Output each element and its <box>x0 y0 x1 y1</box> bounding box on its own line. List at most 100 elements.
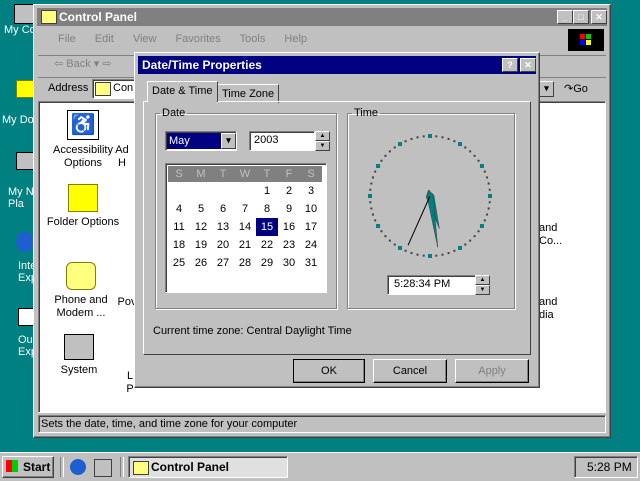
clock-minute-mark <box>453 140 456 143</box>
clock-minute-mark <box>393 146 396 149</box>
dialog-titlebar[interactable]: Date/Time Properties ? ✕ <box>138 56 536 74</box>
clock-minute-mark <box>447 137 450 140</box>
year-up-button[interactable]: ▲ <box>315 131 330 141</box>
dialog-title: Date/Time Properties <box>142 58 262 72</box>
minimize-button[interactable]: _ <box>557 10 573 24</box>
calendar-day[interactable]: 15 <box>256 218 278 236</box>
calendar-day[interactable]: 21 <box>234 236 256 254</box>
time-zone-text: Current time zone: Central Daylight Time <box>153 325 352 337</box>
clock-minute-mark <box>469 150 472 153</box>
menu-edit[interactable]: Edit <box>95 33 114 45</box>
calendar-day[interactable]: 22 <box>256 236 278 254</box>
calendar-day[interactable]: 7 <box>234 200 256 218</box>
desktop-quicklaunch-icon[interactable] <box>94 459 112 477</box>
go-button[interactable]: ↷Go <box>564 82 588 95</box>
system-clock[interactable]: 5:28 PM <box>574 456 638 478</box>
menu-file[interactable]: File <box>58 33 76 45</box>
calendar-day[interactable]: 25 <box>168 254 190 272</box>
clock-minute-mark <box>477 230 480 233</box>
clock-minute-mark <box>464 243 467 246</box>
back-button[interactable]: ⇦ Back ▾ ⇨ <box>54 57 112 70</box>
calendar: SMTWTFS 1 2 3 4 5 6 7 8 9 10 11 12 13 14 15 16 17 18 19 20 2… <box>165 163 327 293</box>
cp-item-folder-options[interactable]: Folder Options <box>43 184 123 228</box>
clock-minute-mark <box>370 207 373 210</box>
help-button[interactable]: ? <box>502 58 518 72</box>
calendar-day[interactable]: 17 <box>300 218 322 236</box>
calendar-day[interactable]: 6 <box>212 200 234 218</box>
month-select[interactable]: May ▾ <box>165 131 237 151</box>
calendar-day[interactable]: 13 <box>212 218 234 236</box>
clock-minute-mark <box>441 253 444 256</box>
calendar-day[interactable]: 4 <box>168 200 190 218</box>
address-dropdown-button[interactable]: ▾ <box>539 81 554 97</box>
clock-minute-mark <box>416 136 419 139</box>
dialog-close-button[interactable]: ✕ <box>520 58 536 72</box>
calendar-day[interactable]: 3 <box>300 182 322 200</box>
cp-item-multimedia[interactable]: and dia <box>539 296 569 322</box>
calendar-day[interactable]: 12 <box>190 218 212 236</box>
cp-item-sounds[interactable]: and Co... <box>539 222 569 248</box>
clock-minute-mark <box>384 154 387 157</box>
ie-quicklaunch-icon[interactable] <box>70 459 86 475</box>
time-down-button[interactable]: ▼ <box>475 285 490 295</box>
calendar-day[interactable]: 23 <box>278 236 300 254</box>
menu-view[interactable]: View <box>133 33 157 45</box>
calendar-day[interactable]: 20 <box>212 236 234 254</box>
menu-help[interactable]: Help <box>284 33 307 45</box>
calendar-day[interactable]: 29 <box>256 254 278 272</box>
calendar-day[interactable]: 18 <box>168 236 190 254</box>
clock-hour-mark <box>398 245 402 250</box>
maximize-button[interactable]: □ <box>573 10 589 24</box>
clock-minute-mark <box>488 188 491 191</box>
menu-tools[interactable]: Tools <box>240 33 266 45</box>
year-field[interactable]: 2003 <box>249 131 315 151</box>
calendar-empty <box>168 182 190 200</box>
clock-minute-mark <box>369 188 372 191</box>
weekday-header: F <box>285 168 293 180</box>
calendar-day[interactable]: 16 <box>278 218 300 236</box>
cancel-button[interactable]: Cancel <box>373 359 447 383</box>
calendar-day[interactable]: 9 <box>278 200 300 218</box>
month-dropdown-icon[interactable]: ▾ <box>221 133 236 149</box>
menu-favorites[interactable]: Favorites <box>176 33 221 45</box>
taskbar-control-panel-button[interactable]: Control Panel <box>128 456 288 478</box>
calendar-day[interactable]: 8 <box>256 200 278 218</box>
calendar-day[interactable]: 31 <box>300 254 322 272</box>
ie-icon <box>16 232 34 252</box>
calendar-day[interactable]: 10 <box>300 200 322 218</box>
calendar-day[interactable]: 27 <box>212 254 234 272</box>
calendar-day[interactable]: 30 <box>278 254 300 272</box>
calendar-day[interactable]: 28 <box>234 254 256 272</box>
weekday-header: S <box>307 168 315 180</box>
close-button[interactable]: ✕ <box>591 10 607 24</box>
cp-item-system[interactable]: System <box>39 334 119 376</box>
calendar-day[interactable]: 11 <box>168 218 190 236</box>
clock-minute-mark <box>371 213 374 216</box>
calendar-day[interactable]: 26 <box>190 254 212 272</box>
time-field[interactable]: 5:28:34 PM <box>387 275 477 295</box>
clock-minute-mark <box>422 135 425 138</box>
cp-item-add-hardware[interactable]: Ad H <box>107 144 137 170</box>
clock-hour-mark <box>479 224 484 228</box>
apply-button[interactable]: Apply <box>455 359 529 383</box>
clock-minute-mark <box>371 176 374 179</box>
calendar-day[interactable]: 14 <box>234 218 256 236</box>
tab-date-time[interactable]: Date & Time <box>147 81 218 102</box>
calendar-day[interactable]: 1 <box>256 182 278 200</box>
forward-arrow-icon: ⇨ <box>102 58 112 70</box>
year-down-button[interactable]: ▼ <box>315 141 330 151</box>
clock-minute-mark <box>453 249 456 252</box>
windows-flag-icon <box>6 460 18 472</box>
clock-minute-mark <box>435 254 438 257</box>
start-button[interactable]: Start <box>2 456 54 478</box>
calendar-day[interactable]: 19 <box>190 236 212 254</box>
clock-hour-mark <box>458 142 462 147</box>
calendar-day[interactable]: 5 <box>190 200 212 218</box>
control-panel-titlebar[interactable]: Control Panel _ □ ✕ <box>37 8 607 26</box>
time-up-button[interactable]: ▲ <box>475 275 490 285</box>
calendar-day[interactable]: 2 <box>278 182 300 200</box>
cp-item-phone-modem[interactable]: Phone and Modem ... <box>41 262 121 320</box>
ok-button[interactable]: OK <box>293 359 365 383</box>
calendar-day[interactable]: 24 <box>300 236 322 254</box>
windows-logo-icon <box>568 29 604 51</box>
